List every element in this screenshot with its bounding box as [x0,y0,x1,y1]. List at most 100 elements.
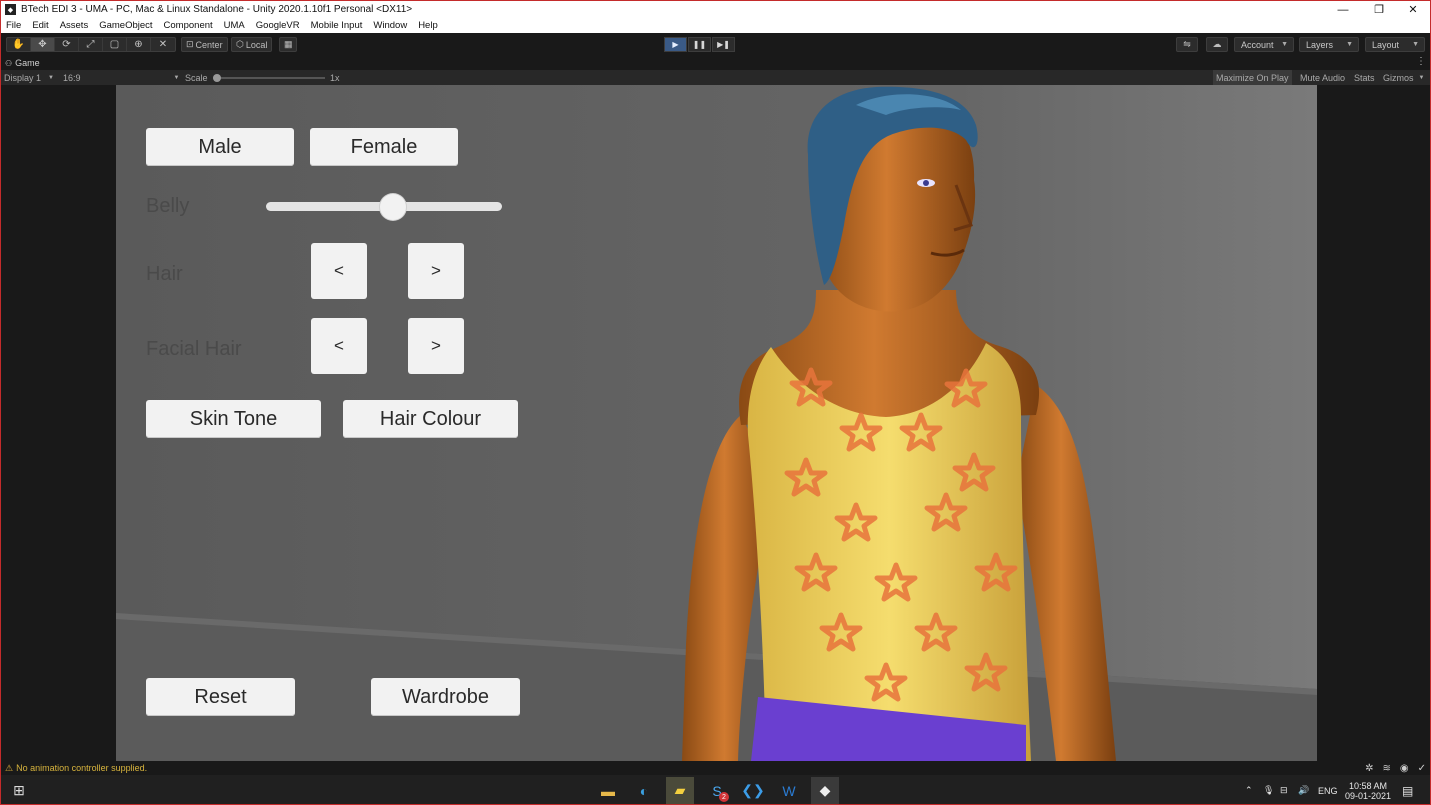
network-icon[interactable]: ⊟ [1280,775,1288,804]
facial-hair-prev-button[interactable]: < [311,318,367,374]
local-space-icon: ⬡ [236,39,244,49]
collab-icon[interactable]: ⇋ [1176,37,1198,52]
game-viewport-area: Male Female Belly Hair < > Facial Hair <… [1,85,1430,761]
hair-colour-button[interactable]: Hair Colour [343,400,518,438]
facial-hair-label: Facial Hair [146,338,242,360]
scale-slider[interactable] [213,70,325,85]
unity-editor-window: ◆ BTech EDI 3 - UMA - PC, Mac & Linux St… [0,0,1431,805]
maximize-button[interactable]: ❐ [1362,1,1396,18]
male-button[interactable]: Male [146,128,294,166]
volume-icon[interactable]: 🔊 [1298,775,1309,804]
skin-tone-button[interactable]: Skin Tone [146,400,321,438]
menu-window[interactable]: Window [373,20,407,31]
pivot-label: Center [195,39,223,50]
reset-button[interactable]: Reset [146,678,295,716]
stats-toggle[interactable]: Stats [1354,70,1375,85]
menu-assets[interactable]: Assets [60,20,89,31]
chevron-down-icon: ▼ [1346,41,1353,48]
language-indicator[interactable]: ENG [1318,775,1338,804]
skype-badge: 2 [719,792,729,802]
layout-dropdown[interactable]: Layout ▼ [1365,37,1425,52]
transform-icon[interactable]: ⊕ [127,38,151,51]
windows-taskbar: ⊞ ▬ ◐ ▰ S2 ❮❯ W ◆ ⌃ 🎙 ⊟ 🔊 ENG 10:58 AM 0… [1,775,1430,804]
menu-mobile-input[interactable]: Mobile Input [311,20,363,31]
tab-game[interactable]: ⚇ Game [5,56,40,70]
space-toggle[interactable]: ⬡ Local [231,37,273,52]
aspect-label: 16:9 [63,72,81,83]
chevron-down-icon: ▼ [48,74,54,81]
menu-googlevr[interactable]: GoogleVR [256,20,300,31]
display-dropdown[interactable]: Display 1 ▼ [4,70,54,85]
unity-app-icon: ◆ [5,4,16,15]
menu-gameobject[interactable]: GameObject [99,20,152,31]
layout-label: Layout [1372,39,1400,50]
rect-icon[interactable]: ▢ [103,38,127,51]
chevron-down-icon: ▼ [1281,41,1288,48]
clock[interactable]: 10:58 AM 09-01-2021 [1345,775,1391,804]
wardrobe-button[interactable]: Wardrobe [371,678,520,716]
tray-overflow-icon[interactable]: ⌃ [1245,775,1253,804]
mute-audio-toggle[interactable]: Mute Audio [1300,70,1345,85]
lighting-icon[interactable]: ◉ [1400,763,1409,774]
sticky-notes-icon[interactable]: ▰ [666,777,694,804]
pause-button[interactable]: ❚❚ [688,37,711,52]
status-icons: ✲ ≋ ◉ ✓ [1365,761,1426,775]
skype-icon[interactable]: S2 [703,777,731,804]
stack-icon[interactable]: ≋ [1382,763,1390,774]
menu-edit[interactable]: Edit [32,20,48,31]
status-message: No animation controller supplied. [16,763,148,773]
minimize-button[interactable]: — [1326,1,1360,18]
menu-uma[interactable]: UMA [224,20,245,31]
move-icon[interactable]: ✥ [31,38,55,51]
edge-browser-icon[interactable]: ◐ [630,777,658,804]
layers-label: Layers [1306,39,1334,50]
belly-slider[interactable] [266,193,502,220]
cloud-icon[interactable]: ☁ [1206,37,1228,52]
layers-dropdown[interactable]: Layers ▼ [1299,37,1359,52]
clock-time: 10:58 AM [1349,780,1388,791]
bug-icon[interactable]: ✲ [1365,763,1373,774]
game-tab-bar: ⚇ Game ⋮ [1,56,1430,70]
chevron-down-icon: ▼ [1412,41,1419,48]
grid-snap-icon[interactable]: ▦ [279,37,297,52]
step-button[interactable]: ▶❚ [712,37,735,52]
female-button[interactable]: Female [310,128,458,166]
aspect-dropdown[interactable]: 16:9 ▼ [63,70,179,85]
menu-file[interactable]: File [6,20,21,31]
scale-icon[interactable]: ⤢ [79,38,103,51]
notifications-icon[interactable]: ▤ [1402,775,1413,804]
rotate-icon[interactable]: ⟳ [55,38,79,51]
hair-next-button[interactable]: > [408,243,464,299]
hand-icon[interactable]: ✋ [7,38,31,51]
scale-label: Scale [185,72,208,83]
maximize-on-play-toggle[interactable]: Maximize On Play [1213,70,1292,85]
belly-slider-handle[interactable] [380,193,407,220]
file-explorer-icon[interactable]: ▬ [594,777,622,804]
custom-tool-icon[interactable]: ✕ [151,38,175,51]
game-view[interactable]: Male Female Belly Hair < > Facial Hair <… [116,85,1317,761]
belly-label: Belly [146,195,190,217]
gizmos-dropdown[interactable]: Gizmos ▼ [1383,70,1424,85]
hair-prev-button[interactable]: < [311,243,367,299]
more-options-icon[interactable]: ⋮ [1416,56,1426,67]
windows-start-icon[interactable]: ⊞ [5,777,33,804]
menu-bar: File Edit Assets GameObject Component UM… [1,18,1430,33]
transform-tools: ✋ ✥ ⟳ ⤢ ▢ ⊕ ✕ [6,37,176,52]
main-toolbar: ✋ ✥ ⟳ ⤢ ▢ ⊕ ✕ ⊡ Center ⬡ Local ▦ ▶ ❚❚ ▶❚… [1,33,1430,56]
vscode-icon[interactable]: ❮❯ [739,777,767,804]
microphone-icon[interactable]: 🎙 [1263,775,1274,804]
menu-component[interactable]: Component [164,20,213,31]
unity-taskbar-icon[interactable]: ◆ [811,777,839,804]
pivot-toggle[interactable]: ⊡ Center [181,37,228,52]
close-button[interactable]: ✕ [1396,1,1430,18]
word-icon[interactable]: W [775,777,803,804]
tab-game-label: Game [15,58,40,68]
play-button[interactable]: ▶ [664,37,687,52]
account-dropdown[interactable]: Account ▼ [1234,37,1294,52]
check-icon[interactable]: ✓ [1418,763,1426,774]
chevron-down-icon: ▼ [1418,74,1425,81]
menu-help[interactable]: Help [418,20,438,31]
facial-hair-next-button[interactable]: > [408,318,464,374]
status-bar[interactable]: ⚠ No animation controller supplied. ✲ ≋ … [1,761,1430,775]
scale-value: 1x [330,72,340,83]
